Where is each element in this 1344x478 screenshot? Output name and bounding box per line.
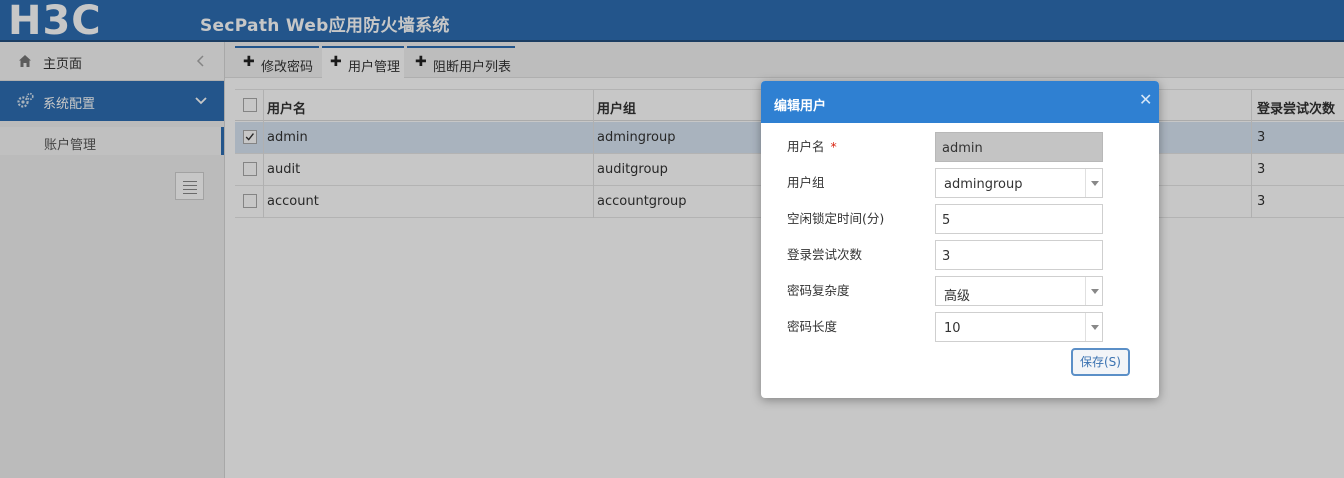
save-button[interactable]: 保存(S)	[1071, 348, 1130, 376]
edit-user-dialog: 编辑用户 ✕ 用户名 * admin 用户组 admingroup 空闲锁定时间(…	[761, 81, 1159, 398]
close-icon[interactable]: ✕	[1139, 90, 1152, 109]
dialog-title: 编辑用户	[774, 99, 827, 114]
caret-down-icon	[1085, 169, 1103, 197]
idle-lock-label: 空闲锁定时间(分)	[787, 211, 885, 226]
length-select[interactable]: 10	[935, 312, 1103, 342]
required-mark: *	[830, 139, 837, 154]
complexity-label: 密码复杂度	[787, 283, 850, 298]
idle-lock-input[interactable]: 5	[935, 204, 1103, 234]
dialog-header: 编辑用户 ✕	[761, 81, 1159, 123]
username-label: 用户名 *	[787, 139, 837, 154]
caret-down-icon	[1085, 277, 1103, 305]
caret-down-icon	[1085, 313, 1103, 341]
group-select[interactable]: admingroup	[935, 168, 1103, 198]
complexity-select[interactable]: 高级	[935, 276, 1103, 306]
username-input[interactable]: admin	[935, 132, 1103, 162]
length-label: 密码长度	[787, 319, 838, 334]
group-label: 用户组	[787, 175, 825, 190]
login-attempts-label: 登录尝试次数	[787, 247, 863, 262]
login-attempts-input[interactable]: 3	[935, 240, 1103, 270]
